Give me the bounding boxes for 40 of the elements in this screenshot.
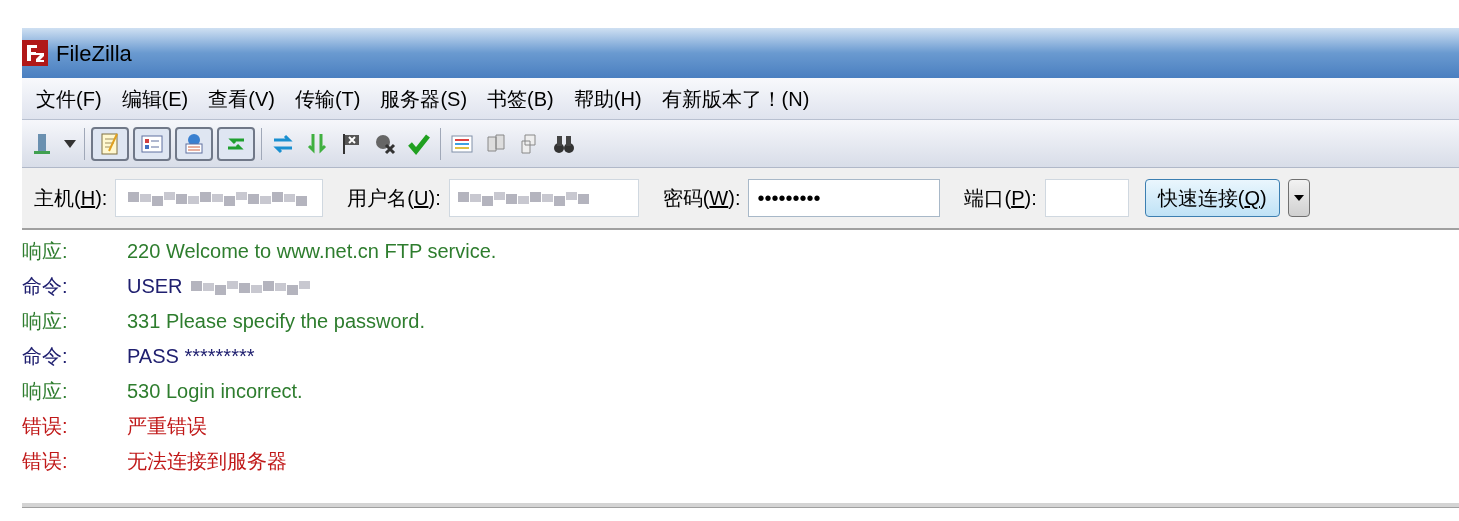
menu-item[interactable]: 编辑(E)	[115, 83, 195, 114]
log-message: USER	[127, 274, 183, 299]
menu-item[interactable]: 文件(F)	[30, 83, 108, 114]
dropdown-button[interactable]	[1287, 179, 1310, 217]
log-type: 响应:	[22, 239, 69, 264]
window-title: FileZilla	[56, 39, 132, 68]
log-message: 无法连接到服务器	[127, 449, 287, 474]
app-logo-icon	[22, 40, 48, 66]
log-message: 530 Login incorrect.	[127, 379, 303, 404]
toggle-button[interactable]	[175, 126, 213, 161]
password-field[interactable]: •••••••••	[748, 179, 941, 217]
log-type: 响应:	[22, 309, 69, 334]
menu-item[interactable]: 查看(V)	[202, 83, 281, 114]
host-label: 主机(H):	[34, 186, 108, 211]
log-message: 220 Welcome to www.net.cn FTP service.	[127, 239, 497, 264]
menu-item[interactable]: 帮助(H)	[567, 83, 648, 114]
log-type: 错误:	[22, 414, 69, 439]
log-type: 命令:	[22, 274, 69, 299]
log-message: 严重错误	[127, 414, 207, 439]
username-label: 用户名(U):	[347, 186, 441, 211]
password-label: 密码(W):	[662, 186, 741, 211]
quickconnect-button[interactable]: 快速连接(Q)	[1144, 179, 1280, 217]
log-message: PASS *********	[127, 344, 255, 369]
toggle-button[interactable]	[217, 126, 255, 161]
toggle-button[interactable]	[91, 126, 129, 161]
caret-icon	[1293, 195, 1304, 201]
menu-item[interactable]: 有新版本了！(N)	[655, 83, 816, 114]
log-message: 331 Please specify the password.	[127, 309, 425, 334]
log-type: 命令:	[22, 344, 69, 369]
menu-item[interactable]: 服务器(S)	[374, 83, 474, 114]
port-field[interactable]	[1044, 179, 1129, 217]
log-type: 响应:	[22, 379, 69, 404]
menu-item[interactable]: 传输(T)	[288, 83, 367, 114]
port-label: 端口(P):	[964, 186, 1037, 211]
dropdown-caret-icon[interactable]	[64, 139, 76, 148]
host-field[interactable]	[115, 179, 324, 217]
log-type: 错误:	[22, 449, 69, 474]
menu-item[interactable]: 书签(B)	[481, 83, 560, 114]
toggle-button[interactable]	[133, 126, 171, 161]
username-field[interactable]	[448, 179, 639, 217]
